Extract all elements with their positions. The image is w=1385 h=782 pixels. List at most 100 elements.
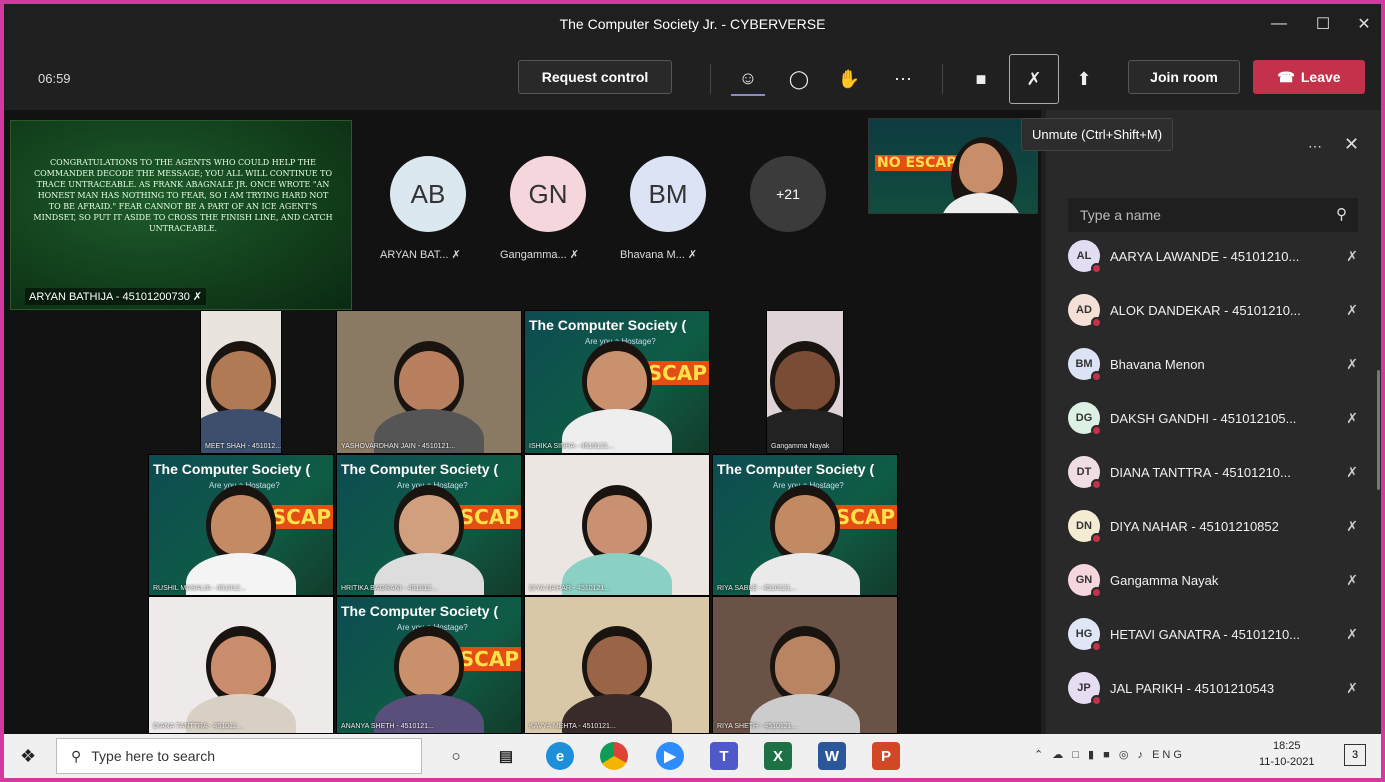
brand-title: The Computer Society ( [529,317,687,333]
participant-row[interactable]: AL AARYA LAWANDE - 45101210... ✗ [1068,236,1358,276]
avatar-initials: DG [1075,412,1093,424]
presenter-thumbnail[interactable]: NO ESCAP [868,118,1038,214]
video-tile[interactable]: Gangamma Nayak [766,310,844,454]
mic-off-icon[interactable]: ✗ [1346,518,1358,535]
camera-icon[interactable]: ■ [964,62,998,96]
avatar: HG [1068,618,1102,652]
video-tile[interactable]: The Computer Society (Are you a Hostage?… [336,596,522,734]
tile-name: RUSHIL MASALIA - 451012... [153,585,246,592]
mic-off-icon[interactable]: ✗ [1346,626,1358,643]
video-tile[interactable]: The Computer Society (Are you a Hostage?… [712,454,898,596]
share-icon[interactable]: ⬆ [1067,62,1101,96]
overflow-count[interactable]: +21 [750,156,826,232]
notification-icon[interactable]: 3 [1344,744,1366,766]
participant-face [775,351,835,411]
request-control-button[interactable]: Request control [518,60,672,94]
avatar-initials: GN [1075,574,1093,586]
mic-off-icon[interactable]: ✗ [1346,356,1358,373]
avatar-name-label: Gangamma... [500,249,567,261]
participant-face [211,495,271,555]
tile-name: MEET SHAH - 451012... [205,443,282,450]
video-tile[interactable]: DIANA TANTTRA - 451012... [148,596,334,734]
participant-face [587,351,647,411]
tile-name: KAVYA MEHTA - 4510121... [529,723,616,730]
avatar: AD [1068,294,1102,328]
powerpoint-icon[interactable]: P [872,742,900,770]
participant-face [775,636,835,696]
brand-title: The Computer Society ( [717,461,875,477]
mic-off-icon[interactable]: ✗ [1346,464,1358,481]
search-icon[interactable]: ⚲ [1336,205,1347,223]
excel-icon[interactable]: X [764,742,792,770]
tile-name: RIYA SABLE - 4510121... [717,585,797,592]
mic-off-icon: ✗ [569,249,579,261]
windows-start-icon[interactable]: ❖ [20,746,36,767]
windows-taskbar: ❖ ⚲ Type here to search ○ ▤ e ▶ T X W P … [4,734,1381,778]
video-tile[interactable]: The Computer Society (Are you a Hostage?… [524,310,710,454]
mic-off-icon[interactable]: ✗ [1346,572,1358,589]
system-tray[interactable]: ⌃ ☁ □ ▮ ■ ◎ ♪ ENG [1034,748,1185,761]
participant-row[interactable]: AD ALOK DANDEKAR - 45101210... ✗ [1068,290,1358,330]
chrome-icon[interactable] [600,742,628,770]
video-tile[interactable]: The Computer Society (Are you a Hostage?… [336,454,522,596]
tile-name: Gangamma Nayak [771,443,830,450]
participant-search-input[interactable] [1068,198,1358,232]
participant-row[interactable]: DN DIYA NAHAR - 45101210852 ✗ [1068,506,1358,546]
maximize-icon[interactable]: ☐ [1301,4,1345,44]
participant-avatar[interactable]: GN [510,156,586,232]
raise-hand-icon[interactable]: ✋ [832,62,866,96]
panel-more-icon[interactable]: ⋯ [1308,138,1322,155]
participant-avatar-name: Gangamma... ✗ [500,248,579,261]
video-tile[interactable]: MEET SHAH - 451012... [200,310,282,454]
taskbar-search-placeholder: Type here to search [91,748,216,764]
participant-row[interactable]: JP JAL PARIKH - 45101210543 ✗ [1068,668,1358,708]
taskbar-clock[interactable]: 18:25 11-10-2021 [1259,738,1314,770]
participants-icon[interactable]: ☺ [731,62,765,96]
participant-row[interactable]: BM Bhavana Menon ✗ [1068,344,1358,384]
mic-off-icon[interactable]: ✗ [1009,54,1059,104]
word-icon[interactable]: W [818,742,846,770]
join-room-button[interactable]: Join room [1128,60,1240,94]
cortana-icon[interactable]: ○ [442,742,470,770]
chat-icon[interactable]: ◯ [782,62,816,96]
scrollbar[interactable] [1377,370,1380,490]
brand-title: The Computer Society ( [153,461,311,477]
video-tile[interactable]: RIYA SHETH - 4510121... [712,596,898,734]
mic-off-icon[interactable]: ✗ [1346,248,1358,265]
status-dot [1091,587,1102,598]
teams-icon[interactable]: T [710,742,738,770]
panel-close-icon[interactable]: ✕ [1344,134,1359,155]
participant-row[interactable]: GN Gangamma Nayak ✗ [1068,560,1358,600]
video-tile[interactable]: YASHOVARDHAN JAIN - 4510121... [336,310,522,454]
video-tile[interactable]: The Computer Society (Are you a Hostage?… [148,454,334,596]
language-indicator[interactable]: ENG [1152,749,1185,761]
mic-off-icon[interactable]: ✗ [1346,302,1358,319]
mic-off-icon[interactable]: ✗ [1346,680,1358,697]
close-icon[interactable]: ✕ [1342,4,1381,44]
participant-avatar[interactable]: AB [390,156,466,232]
avatar-initials: AL [1076,250,1092,262]
participant-face [399,351,459,411]
status-dot [1091,371,1102,382]
edge-icon[interactable]: e [546,742,574,770]
task-view-icon[interactable]: ▤ [492,742,520,770]
tile-name: YASHOVARDHAN JAIN - 4510121... [341,443,456,450]
taskbar-search[interactable]: ⚲ Type here to search [56,738,422,774]
brand-title: The Computer Society ( [341,603,499,619]
video-tile[interactable]: DIYA NAHAR - 4510121... [524,454,710,596]
video-tile[interactable]: KAVYA MEHTA - 4510121... [524,596,710,734]
participant-row[interactable]: DG DAKSH GANDHI - 451012105... ✗ [1068,398,1358,438]
zoom-icon[interactable]: ▶ [656,742,684,770]
mic-off-icon: ✗ [451,249,461,261]
avatar: GN [1068,564,1102,598]
participant-avatar[interactable]: BM [630,156,706,232]
presenter-name: ARYAN BATHIJA - 45101200730 ✗ [25,288,207,305]
meeting-toolbar: 06:59 Request control ☺ ◯ ✋ ⋯ ■ ✗ ⬆ Join… [4,44,1381,110]
participant-row[interactable]: DT DIANA TANTTRA - 45101210... ✗ [1068,452,1358,492]
participant-row[interactable]: HG HETAVI GANATRA - 45101210... ✗ [1068,614,1358,654]
avatar-initials: DT [1076,466,1092,478]
leave-button[interactable]: ☎ Leave [1253,60,1365,94]
minimize-icon[interactable]: — [1257,4,1301,44]
more-icon[interactable]: ⋯ [886,62,920,96]
mic-off-icon[interactable]: ✗ [1346,410,1358,427]
